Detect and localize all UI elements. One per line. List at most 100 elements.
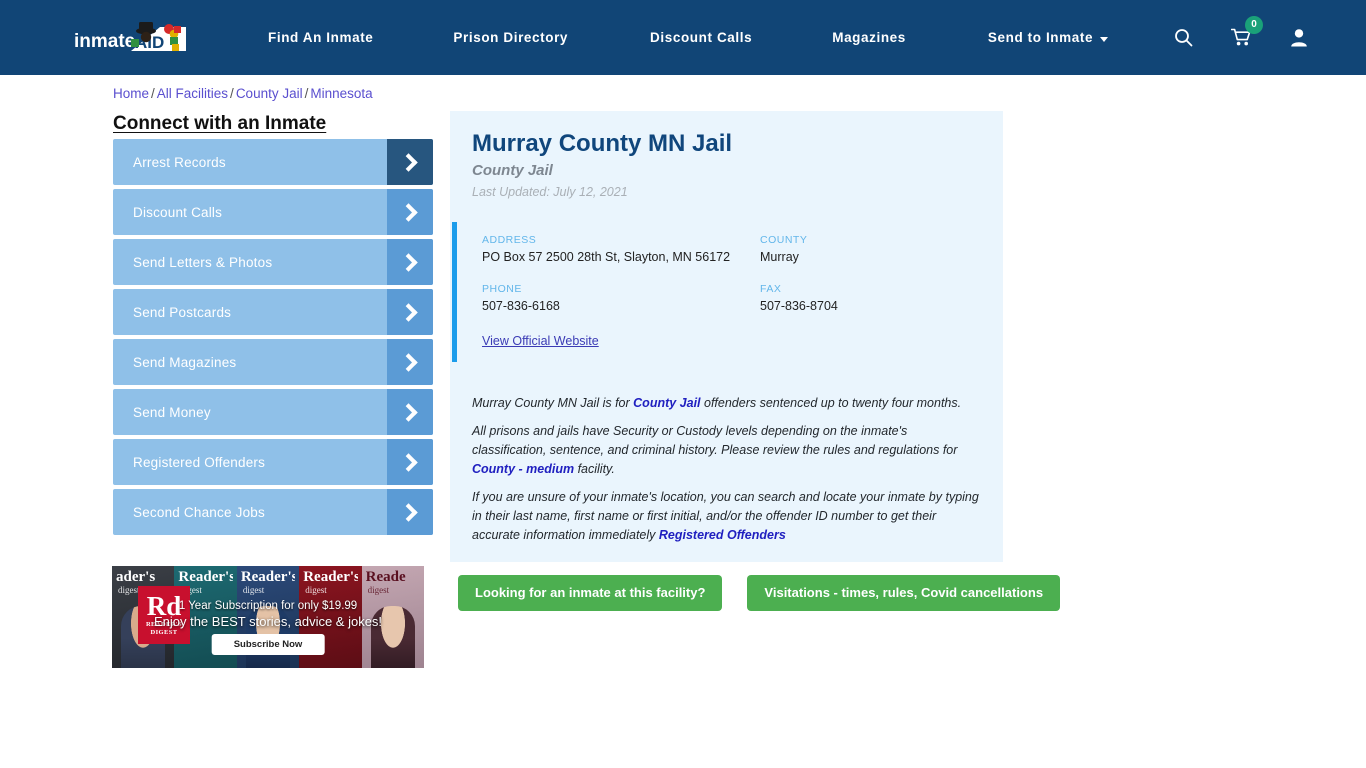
info-cell-county: COUNTY Murray bbox=[760, 232, 1000, 265]
facility-type: County Jail bbox=[472, 162, 553, 179]
sidebar-item-label: Arrest Records bbox=[133, 154, 226, 170]
ad-subscribe-button[interactable]: Subscribe Now bbox=[211, 634, 325, 655]
sidebar-item-send-magazines[interactable]: Send Magazines bbox=[113, 339, 433, 385]
sidebar-title: Connect with an Inmate bbox=[113, 113, 327, 134]
looking-for-inmate-button[interactable]: Looking for an inmate at this facility? bbox=[458, 575, 723, 611]
ad-cover-sub: digest bbox=[242, 585, 265, 595]
ad-cover-title: ader's bbox=[116, 570, 156, 585]
ad-cover-title: Reader's bbox=[303, 570, 358, 585]
site-header: inmate AID Find An Inmate Prison Directo… bbox=[0, 0, 1366, 75]
breadcrumb-item-home[interactable]: Home bbox=[113, 86, 149, 101]
sidebar-nav: Arrest Records Discount Calls Send Lette… bbox=[113, 139, 433, 539]
chevron-right-icon bbox=[387, 239, 433, 285]
breadcrumb-separator: / bbox=[151, 86, 155, 101]
description-paragraph-2: All prisons and jails have Security or C… bbox=[472, 422, 982, 479]
address-label: ADDRESS bbox=[482, 234, 537, 246]
view-official-website-link[interactable]: View Official Website bbox=[482, 334, 599, 348]
breadcrumb: Home / All Facilities / County Jail / Minnesot… bbox=[113, 86, 373, 101]
info-cell-address: ADDRESS PO Box 57 2500 28th St, Slayton,… bbox=[482, 232, 760, 265]
breadcrumb-separator: / bbox=[230, 86, 234, 101]
user-glyph bbox=[1291, 29, 1307, 47]
description-paragraph-1: Murray County MN Jail is for County Jail… bbox=[472, 394, 982, 413]
cart-count-badge: 0 bbox=[1245, 16, 1263, 34]
fax-label: FAX bbox=[760, 283, 782, 295]
ad-cover-sub: digest bbox=[367, 585, 390, 595]
inline-link-county-jail[interactable]: County Jail bbox=[633, 396, 700, 410]
sidebar-item-label: Send Magazines bbox=[133, 354, 237, 370]
search-glyph bbox=[1175, 29, 1193, 47]
sidebar-item-discount-calls[interactable]: Discount Calls bbox=[113, 189, 433, 235]
ad-cover-title: Reade bbox=[365, 570, 406, 585]
svg-text:inmate: inmate bbox=[74, 31, 135, 52]
ad-cover-title: Reader's bbox=[178, 570, 233, 585]
ad-cover-title: Reader's bbox=[240, 570, 296, 585]
nav-item-send-to-inmate[interactable]: Send to Inmate bbox=[987, 30, 1109, 45]
sidebar-item-send-postcards[interactable]: Send Postcards bbox=[113, 289, 433, 335]
sidebar-item-label: Send Letters & Photos bbox=[133, 254, 273, 270]
nav-item-prison-directory[interactable]: Prison Directory bbox=[453, 30, 568, 45]
chevron-right-icon bbox=[387, 489, 433, 535]
info-row: PHONE 507-836-6168 FAX 507-836-8704 bbox=[482, 281, 1001, 314]
fax-value: 507-836-8704 bbox=[760, 299, 838, 313]
info-cell-fax: FAX 507-836-8704 bbox=[760, 281, 1000, 314]
sidebar-item-second-chance-jobs[interactable]: Second Chance Jobs bbox=[113, 489, 433, 535]
county-label: COUNTY bbox=[760, 234, 808, 246]
sidebar-item-label: Send Postcards bbox=[133, 304, 232, 320]
last-updated-text: Last Updated: July 12, 2021 bbox=[472, 185, 628, 199]
inline-link-registered-offenders[interactable]: Registered Offenders bbox=[659, 528, 786, 542]
paragraph-text: Murray County MN Jail is for bbox=[472, 396, 634, 410]
info-cell-phone: PHONE 507-836-6168 bbox=[482, 281, 760, 314]
inmateaid-logo-icon: inmate AID bbox=[74, 22, 186, 52]
chevron-right-icon bbox=[387, 339, 433, 385]
paragraph-text: All prisons and jails have Security or C… bbox=[472, 424, 958, 457]
breadcrumb-separator: / bbox=[304, 86, 309, 101]
nav-item-discount-calls[interactable]: Discount Calls bbox=[650, 30, 752, 45]
sidebar-item-registered-offenders[interactable]: Registered Offenders bbox=[113, 439, 433, 485]
nav-item-magazines[interactable]: Magazines bbox=[832, 30, 906, 45]
breadcrumb-item-county-jail[interactable]: County Jail bbox=[236, 86, 303, 101]
advertisement-banner[interactable]: ader's digest Reader's digest Reader's d… bbox=[112, 566, 424, 668]
sidebar-item-label: Second Chance Jobs bbox=[133, 504, 265, 520]
chevron-right-icon bbox=[387, 289, 433, 335]
breadcrumb-item-all-facilities[interactable]: All Facilities bbox=[157, 86, 228, 101]
info-row: ADDRESS PO Box 57 2500 28th St, Slayton,… bbox=[482, 232, 1001, 265]
ad-headline: 1 Year Subscription for only $19.99 bbox=[178, 600, 358, 612]
facility-header: Murray County MN Jail County Jail Last U… bbox=[450, 111, 1003, 201]
sidebar-item-label: Registered Offenders bbox=[133, 454, 266, 470]
shopping-cart-icon[interactable]: 0 bbox=[1231, 16, 1263, 47]
breadcrumb-item-minnesota[interactable]: Minnesota bbox=[310, 86, 372, 101]
nav-item-find-an-inmate[interactable]: Find An Inmate bbox=[268, 30, 373, 45]
visitations-button[interactable]: Visitations - times, rules, Covid cancel… bbox=[747, 575, 1061, 611]
chevron-right-icon bbox=[387, 139, 433, 185]
main-navigation: Find An Inmate Prison Directory Discount… bbox=[268, 0, 1109, 75]
user-account-icon[interactable] bbox=[1290, 28, 1308, 47]
sidebar-item-send-money[interactable]: Send Money bbox=[113, 389, 433, 435]
sidebar-item-arrest-records[interactable]: Arrest Records bbox=[113, 139, 433, 185]
rd-logo-line2: DIGEST bbox=[150, 629, 178, 636]
nav-item-send-to-inmate-label: Send to Inmate bbox=[987, 30, 1094, 45]
inline-link-county-medium[interactable]: County - medium bbox=[472, 462, 574, 476]
chevron-right-icon bbox=[387, 189, 433, 235]
search-icon[interactable] bbox=[1174, 28, 1193, 47]
paragraph-text: offenders sentenced up to twenty four mo… bbox=[700, 396, 962, 410]
description-paragraph-3: If you are unsure of your inmate's locat… bbox=[472, 488, 982, 545]
sidebar-item-send-letters-photos[interactable]: Send Letters & Photos bbox=[113, 239, 433, 285]
facility-info-block: ADDRESS PO Box 57 2500 28th St, Slayton,… bbox=[452, 222, 1001, 362]
facility-panel: Murray County MN Jail County Jail Last U… bbox=[450, 111, 1003, 562]
ad-cover-sub: digest bbox=[118, 585, 140, 595]
ad-subheadline: Enjoy the BEST stories, advice & jokes! bbox=[153, 614, 383, 629]
facility-description: Murray County MN Jail is for County Jail… bbox=[472, 394, 982, 554]
paragraph-text: facility. bbox=[574, 462, 615, 476]
page-title: Murray County MN Jail bbox=[472, 130, 733, 157]
chevron-down-icon bbox=[1100, 37, 1109, 42]
chevron-right-icon bbox=[387, 439, 433, 485]
header-icon-group: 0 bbox=[1174, 0, 1308, 75]
site-logo[interactable]: inmate AID bbox=[74, 17, 192, 59]
cta-button-row: Looking for an inmate at this facility? … bbox=[458, 575, 1061, 611]
address-value: PO Box 57 2500 28th St, Slayton, MN 5617… bbox=[482, 250, 731, 264]
county-value: Murray bbox=[760, 250, 799, 264]
ad-cover-sub: digest bbox=[305, 585, 327, 595]
chevron-right-icon bbox=[387, 389, 433, 435]
sidebar-item-label: Send Money bbox=[133, 404, 211, 420]
phone-label: PHONE bbox=[482, 283, 522, 295]
